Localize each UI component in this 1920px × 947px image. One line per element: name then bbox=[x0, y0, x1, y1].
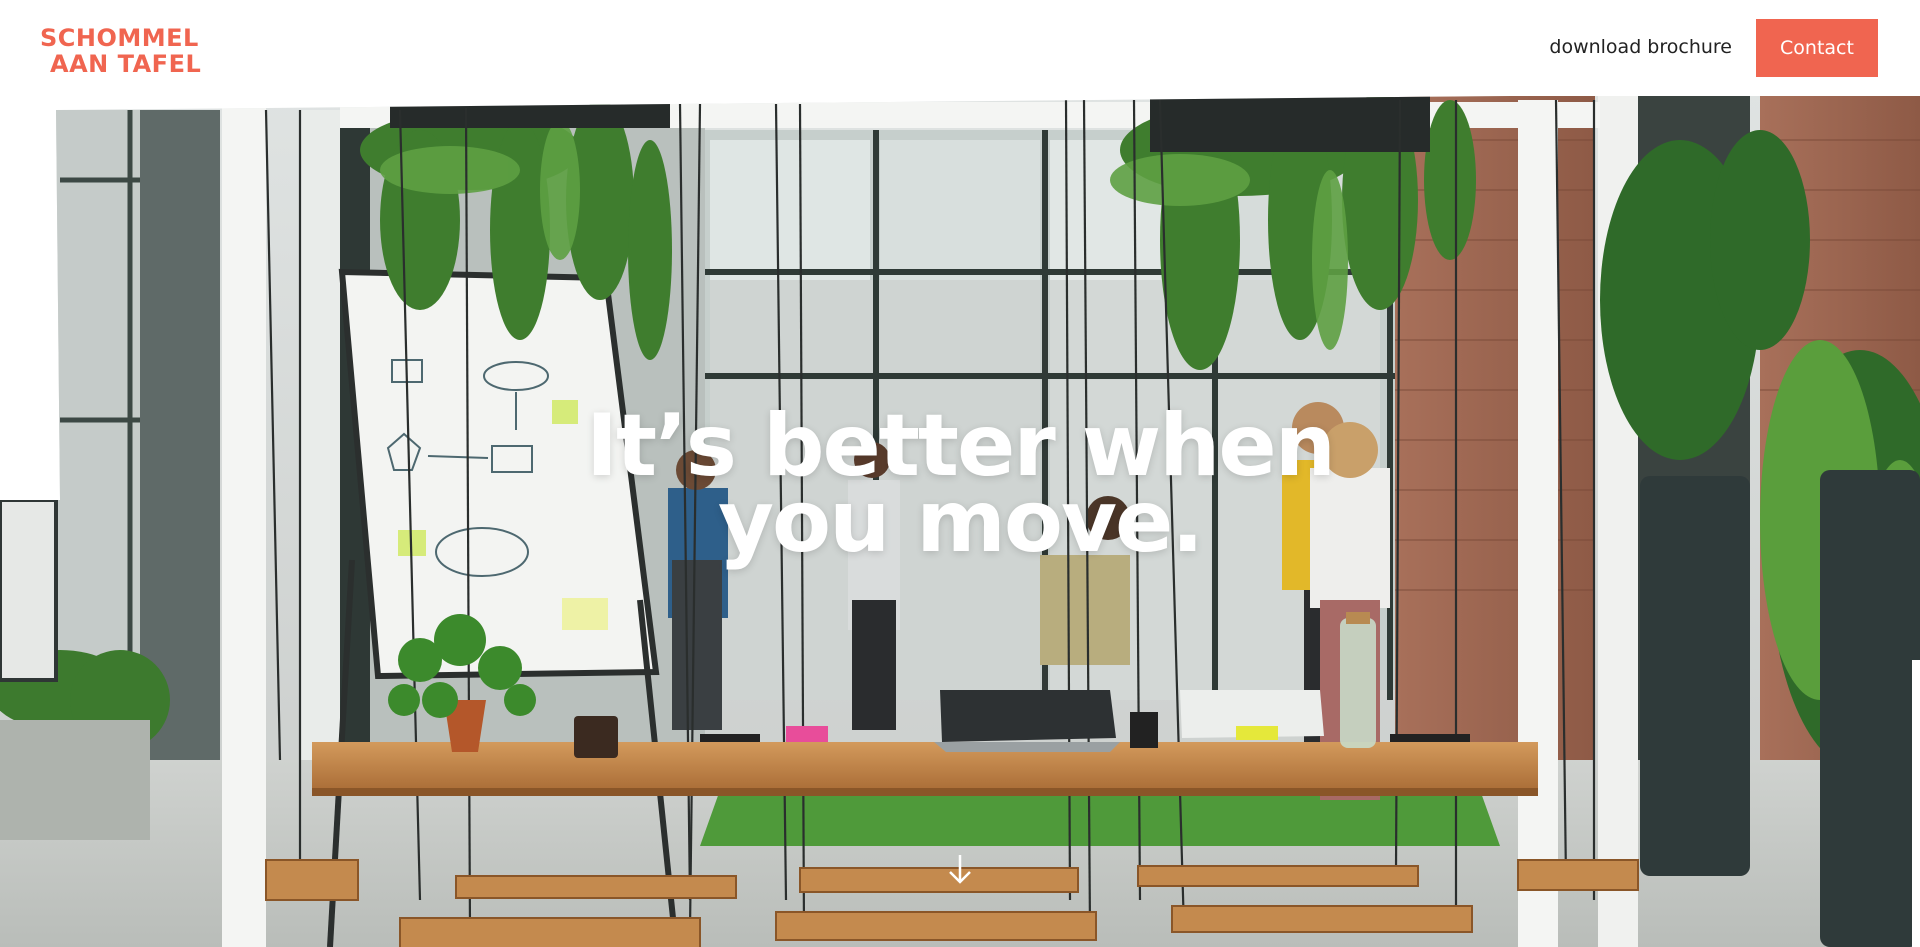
arrow-down-icon[interactable] bbox=[946, 852, 974, 886]
logo-line-1: SCHOMMEL bbox=[40, 24, 199, 52]
hero-headline: It’s better when you move. bbox=[560, 403, 1360, 565]
contact-button[interactable]: Contact bbox=[1756, 19, 1878, 77]
download-brochure-link[interactable]: download brochure bbox=[1549, 36, 1732, 58]
site-header: SCHOMMEL AAN TAFEL download brochure Con… bbox=[0, 0, 1920, 96]
site-logo[interactable]: SCHOMMEL AAN TAFEL bbox=[40, 20, 212, 78]
logo-line-2: AAN TAFEL bbox=[50, 50, 202, 78]
